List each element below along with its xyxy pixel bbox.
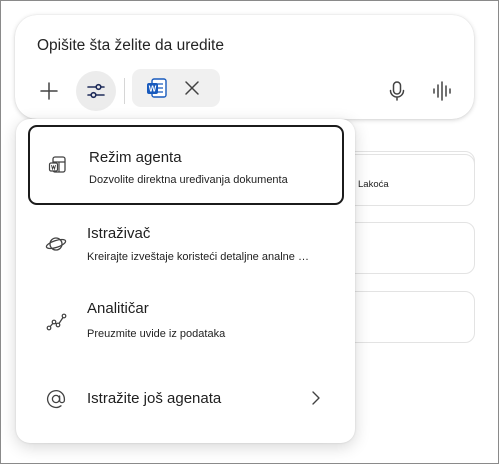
background-card[interactable] [341, 222, 475, 274]
voice-mode-button[interactable] [424, 73, 460, 109]
toolbar-divider [124, 78, 125, 104]
menu-item-title: Analitičar [87, 300, 149, 317]
word-document-icon: W [146, 78, 168, 103]
chevron-right-icon [310, 390, 322, 411]
menu-item-description: Dozvolite direktna uređivanja dokumenta [89, 174, 288, 186]
menu-item-description: Kreirajte izveštaje koristeći detaljne a… [87, 251, 309, 263]
menu-item-explore-agents[interactable]: Istražite još agenata [28, 375, 344, 423]
menu-item-analyst[interactable]: Analitičar Preuzmite uvide iz podataka [28, 287, 344, 357]
planet-icon [45, 233, 67, 255]
menu-item-researcher[interactable]: Istraživač Kreirajte izveštaje koristeći… [28, 211, 344, 281]
svg-text:W: W [149, 85, 157, 94]
audio-waveform-icon [433, 81, 451, 101]
close-icon [185, 81, 199, 95]
background-card[interactable]: Lakoća [341, 154, 475, 206]
plus-icon [40, 82, 58, 100]
attachment-chip[interactable]: W [132, 69, 220, 107]
menu-item-description: Preuzmite uvide iz podataka [87, 328, 226, 340]
tools-button[interactable] [76, 71, 116, 111]
menu-item-agent-mode[interactable]: Režim agenta Dozvolite direktna uređivan… [28, 125, 344, 205]
menu-item-title: Režim agenta [89, 149, 182, 166]
background-card-label: Lakoća [358, 179, 389, 190]
microphone-icon [389, 81, 405, 101]
menu-item-title: Istraživač [87, 225, 151, 242]
microphone-button[interactable] [379, 73, 415, 109]
agent-document-icon [47, 154, 69, 176]
prompt-composer: Opišite šta želite da uredite W [15, 15, 474, 119]
agent-menu: Režim agenta Dozvolite direktna uređivan… [16, 119, 355, 443]
trend-line-icon [45, 311, 67, 333]
app-frame: Lakoća Opišite šta želite da uredite W R… [0, 0, 499, 464]
at-sign-icon [45, 388, 67, 410]
add-button[interactable] [31, 73, 67, 109]
menu-item-title: Istražite još agenata [87, 390, 222, 407]
remove-attachment-button[interactable] [182, 78, 202, 98]
background-card[interactable] [341, 291, 475, 343]
prompt-input[interactable]: Opišite šta želite da uredite [37, 37, 224, 55]
sliders-icon [87, 83, 105, 99]
